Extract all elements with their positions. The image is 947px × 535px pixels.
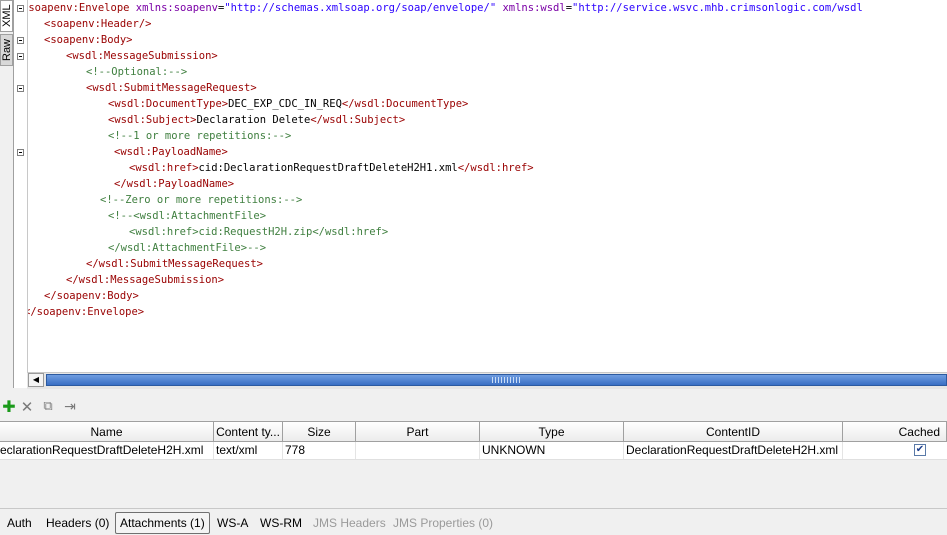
fold-toggle-body[interactable] bbox=[17, 37, 24, 44]
xml-token: <!--Optional:--> bbox=[86, 66, 188, 78]
xml-line: <wsdl:Subject>Declaration Delete</wsdl:S… bbox=[108, 112, 405, 128]
tab-ws-rm[interactable]: WS-RM bbox=[260, 513, 302, 533]
tab-xml[interactable]: XML bbox=[0, 0, 13, 32]
xml-token: xmlns:wsdl bbox=[502, 2, 566, 14]
xml-line: <!--<wsdl:AttachmentFile> bbox=[108, 208, 266, 224]
editor-view-tabs: XML Raw bbox=[0, 0, 13, 390]
xml-token: <wsdl:MessageSubmission> bbox=[66, 50, 218, 62]
xml-line: <wsdl:DocumentType>DEC_EXP_CDC_IN_REQ</w… bbox=[108, 96, 468, 112]
xml-token: </soapenv:Body> bbox=[44, 290, 139, 302]
xml-token: <!--Zero or more repetitions:--> bbox=[100, 194, 303, 206]
xml-token: "http://schemas.xmlsoap.org/soap/envelop… bbox=[224, 2, 497, 14]
cell-name: eclarationRequestDraftDeleteH2H.xml bbox=[0, 442, 214, 459]
tab-headers[interactable]: Headers (0) bbox=[46, 513, 109, 533]
tab-attachments[interactable]: Attachments (1) bbox=[115, 512, 210, 534]
xml-token: </wsdl:SubmitMessageRequest> bbox=[86, 258, 264, 270]
xml-token: </wsdl:Subject> bbox=[310, 114, 406, 126]
xml-token: </wsdl:href> bbox=[457, 162, 534, 174]
xml-token: <soapenv:Envelope bbox=[28, 2, 136, 14]
xml-token: </wsdl:AttachmentFile>--> bbox=[108, 242, 267, 254]
tab-jms-headers: JMS Headers bbox=[313, 516, 386, 530]
xml-token: <soapenv:Body> bbox=[44, 34, 133, 46]
fold-toggle-envelope[interactable] bbox=[17, 5, 24, 12]
tab-raw[interactable]: Raw bbox=[0, 34, 13, 66]
cell-type: UNKNOWN bbox=[480, 442, 624, 459]
xml-token: <wsdl:href> bbox=[129, 162, 199, 174]
column-header-cached[interactable]: Cached bbox=[843, 422, 947, 442]
cell-content-type[interactable]: text/xml bbox=[214, 442, 283, 459]
cell-part[interactable] bbox=[356, 442, 480, 459]
column-header-part[interactable]: Part bbox=[356, 422, 480, 442]
cell-size: 778 bbox=[283, 442, 356, 459]
xml-line: <wsdl:href>cid:RequestH2H.zip</wsdl:href… bbox=[129, 224, 388, 240]
xml-line: <wsdl:SubmitMessageRequest> bbox=[86, 80, 257, 96]
fold-toggle-message-submission[interactable] bbox=[17, 53, 24, 60]
xml-token: xmlns:soapenv bbox=[135, 2, 218, 14]
column-header-size[interactable]: Size bbox=[283, 422, 356, 442]
xml-token: <wsdl:SubmitMessageRequest> bbox=[86, 82, 257, 94]
xml-line: <!--1 or more repetitions:--> bbox=[108, 128, 291, 144]
column-header-content-id[interactable]: ContentID bbox=[624, 422, 843, 442]
fold-gutter bbox=[14, 0, 28, 372]
xml-line: </wsdl:AttachmentFile>--> bbox=[108, 240, 266, 256]
xml-token: <!--<wsdl:AttachmentFile> bbox=[108, 210, 267, 222]
xml-token: <soapenv:Header/> bbox=[44, 18, 152, 30]
xml-line: </soapenv:Body> bbox=[44, 288, 139, 304]
xml-line: <soapenv:Body> bbox=[44, 32, 133, 48]
xml-token: DEC_EXP_CDC_IN_REQ bbox=[228, 98, 342, 110]
table-row[interactable]: eclarationRequestDraftDeleteH2H.xml text… bbox=[0, 442, 947, 460]
xml-token: Declaration Delete bbox=[196, 114, 311, 126]
xml-line: </soapenv:Envelope> bbox=[28, 304, 144, 320]
xml-line: </wsdl:MessageSubmission> bbox=[66, 272, 224, 288]
xml-line: <!--Optional:--> bbox=[86, 64, 187, 80]
xml-line: <!--Zero or more repetitions:--> bbox=[100, 192, 302, 208]
tab-auth[interactable]: Auth bbox=[7, 513, 32, 533]
xml-line: <soapenv:Header/> bbox=[44, 16, 151, 32]
column-header-content-type[interactable]: Content ty... bbox=[214, 422, 283, 442]
attachments-toolbar: ✚ ✕ ⧉ ⇥ bbox=[0, 397, 947, 419]
xml-token: <!--1 or more repetitions:--> bbox=[108, 130, 292, 142]
xml-token: "http://service.wsvc.mhb.crimsonlogic.co… bbox=[572, 2, 863, 14]
xml-line: </wsdl:PayloadName> bbox=[114, 176, 234, 192]
xml-line: <soapenv:Envelope xmlns:soapenv="http://… bbox=[28, 0, 863, 16]
tab-ws-a[interactable]: WS-A bbox=[217, 513, 248, 533]
xml-token: <wsdl:href>cid:RequestH2H.zip</wsdl:href… bbox=[129, 226, 389, 238]
xml-line: <wsdl:PayloadName> bbox=[114, 144, 228, 160]
fold-toggle-payload-name[interactable] bbox=[17, 149, 24, 156]
xml-token: <wsdl:Subject> bbox=[108, 114, 197, 126]
reload-attachment-icon[interactable]: ⧉ bbox=[39, 397, 57, 417]
xml-line: <wsdl:MessageSubmission> bbox=[66, 48, 218, 64]
add-attachment-icon[interactable]: ✚ bbox=[0, 397, 18, 417]
cached-checkbox[interactable]: ✔ bbox=[914, 444, 926, 456]
xml-code[interactable]: <soapenv:Envelope xmlns:soapenv="http://… bbox=[28, 0, 947, 372]
column-header-type[interactable]: Type bbox=[480, 422, 624, 442]
xml-token: <wsdl:DocumentType> bbox=[108, 98, 229, 110]
xml-token: <wsdl:PayloadName> bbox=[114, 146, 228, 158]
tab-jms-properties: JMS Properties (0) bbox=[393, 516, 494, 530]
xml-line: </wsdl:SubmitMessageRequest> bbox=[86, 256, 263, 272]
request-bottom-tabs: Auth Headers (0) Attachments (1) WS-A WS… bbox=[0, 508, 947, 535]
delete-attachment-icon[interactable]: ✕ bbox=[18, 397, 36, 417]
xml-token: cid:DeclarationRequestDraftDeleteH2H1.xm… bbox=[198, 162, 458, 174]
column-header-name[interactable]: Name bbox=[0, 422, 214, 442]
xml-token: </wsdl:DocumentType> bbox=[341, 98, 469, 110]
scrollbar-grip bbox=[492, 377, 522, 383]
xml-token: </wsdl:MessageSubmission> bbox=[66, 274, 225, 286]
fold-toggle-submit-message-request[interactable] bbox=[17, 85, 24, 92]
xml-line: <wsdl:href>cid:DeclarationRequestDraftDe… bbox=[129, 160, 534, 176]
scroll-left-arrow-icon[interactable]: ◀ bbox=[28, 373, 44, 387]
xml-token: </wsdl:PayloadName> bbox=[114, 178, 235, 190]
cell-content-id[interactable]: DeclarationRequestDraftDeleteH2H.xml bbox=[624, 442, 843, 459]
xml-token: </soapenv:Envelope> bbox=[28, 306, 145, 318]
attachments-table: Name Content ty... Size Part Type Conten… bbox=[0, 421, 947, 508]
export-attachment-icon[interactable]: ⇥ bbox=[61, 397, 79, 417]
